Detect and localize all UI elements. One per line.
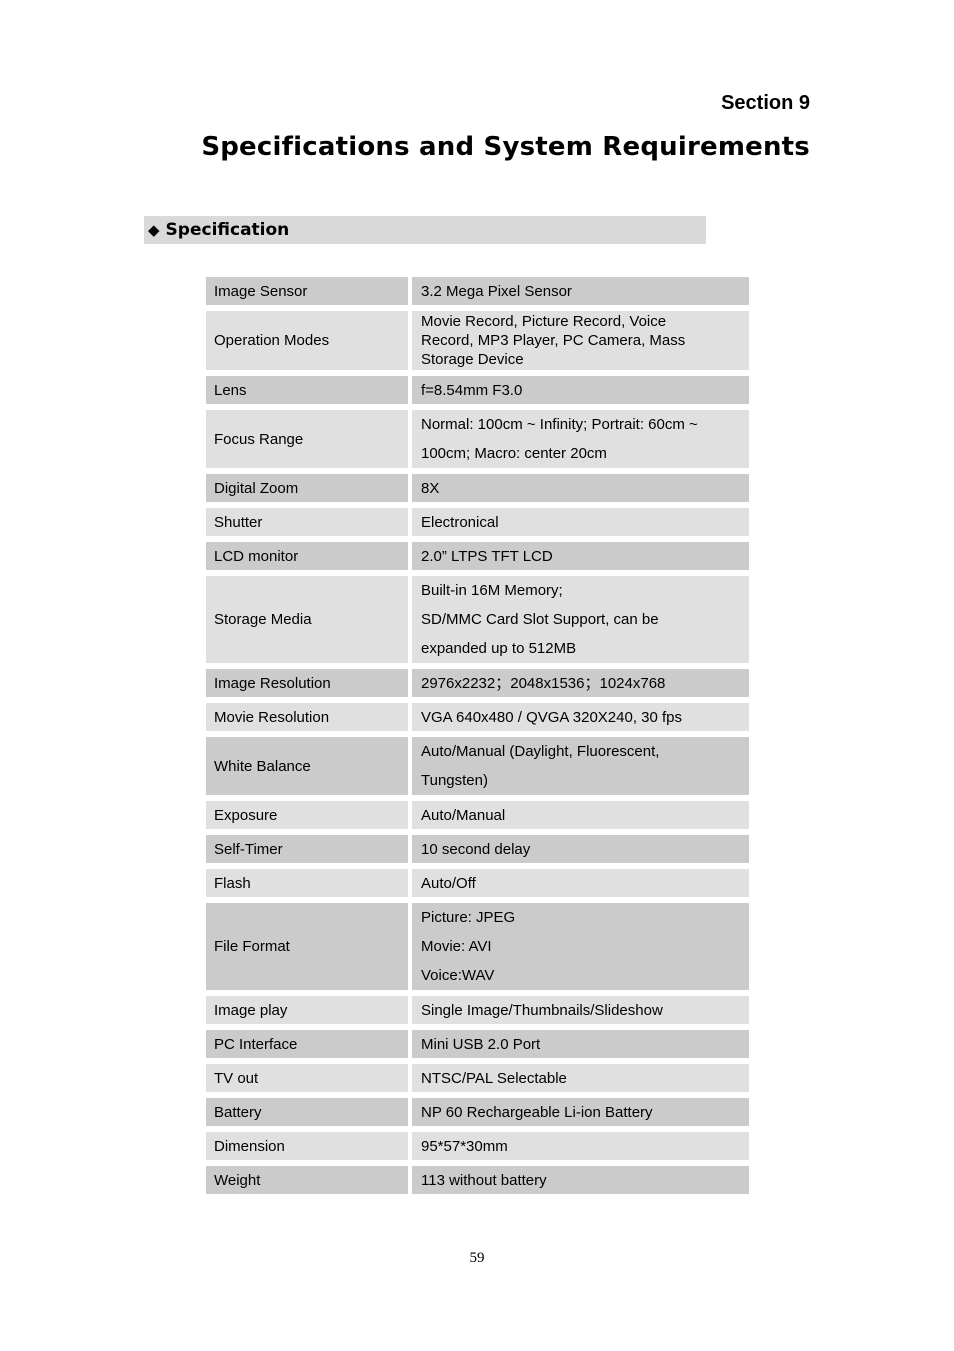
spec-value: 2.0” LTPS TFT LCD <box>412 542 749 570</box>
spec-row: Image Resolution 2976x2232；2048x1536；1024… <box>206 669 749 697</box>
specification-heading-label: Specification <box>165 220 290 240</box>
spec-value: NTSC/PAL Selectable <box>412 1064 749 1092</box>
spec-row: Self-Timer 10 second delay <box>206 835 749 863</box>
spec-label: Image Resolution <box>206 669 408 697</box>
spec-value-line: 95*57*30mm <box>421 1137 508 1155</box>
spec-value-line: 8X <box>421 479 440 497</box>
spec-label: Lens <box>206 376 408 404</box>
spec-label: White Balance <box>206 737 408 795</box>
spec-value: 2976x2232；2048x1536；1024x768 <box>412 669 749 697</box>
spec-value: Auto/Manual <box>412 801 749 829</box>
spec-label: Exposure <box>206 801 408 829</box>
spec-value-line: Record, MP3 Player, PC Camera, Mass <box>421 332 686 349</box>
spec-value-line: SD/MMC Card Slot Support, can be <box>421 611 659 628</box>
spec-row: Battery NP 60 Rechargeable Li-ion Battery <box>206 1098 749 1126</box>
spec-value: 95*57*30mm <box>412 1132 749 1160</box>
spec-value: f=8.54mm F3.0 <box>412 376 749 404</box>
spec-value-line: Electronical <box>421 513 499 531</box>
spec-row: Exposure Auto/Manual <box>206 801 749 829</box>
spec-row: PC Interface Mini USB 2.0 Port <box>206 1030 749 1058</box>
spec-value-line: 3.2 Mega Pixel Sensor <box>421 282 572 300</box>
spec-row: Movie Resolution VGA 640x480 / QVGA 320X2… <box>206 703 749 731</box>
spec-value-line: Built-in 16M Memory; <box>421 582 563 599</box>
spec-value-line: VGA 640x480 / QVGA 320X240, 30 fps <box>421 708 683 726</box>
spec-value: Normal: 100cm ~ Infinity; Portrait: 60cm… <box>412 410 749 468</box>
spec-label: Weight <box>206 1166 408 1194</box>
spec-value-line: Auto/Manual <box>421 806 506 824</box>
spec-label: Operation Modes <box>206 311 408 370</box>
spec-value-line: 10 second delay <box>421 840 531 858</box>
spec-value: 3.2 Mega Pixel Sensor <box>412 277 749 305</box>
spec-value: Single Image/Thumbnails/Slideshow <box>412 996 749 1024</box>
spec-value-line: Movie Record, Picture Record, Voice <box>421 313 667 330</box>
specification-heading: ◆ Specification <box>144 216 706 244</box>
spec-value: Built-in 16M Memory; SD/MMC Card Slot Sup… <box>412 576 749 663</box>
page-title: Specifications and System Requirements <box>201 132 810 162</box>
spec-value-line: Auto/Manual (Daylight, Fluorescent, <box>421 743 660 760</box>
spec-value: Auto/Off <box>412 869 749 897</box>
spec-value-line: 2.0” LTPS TFT LCD <box>421 547 553 565</box>
spec-row: Lens f=8.54mm F3.0 <box>206 376 749 404</box>
spec-value-line: f=8.54mm F3.0 <box>421 381 523 399</box>
spec-value: Mini USB 2.0 Port <box>412 1030 749 1058</box>
spec-value-line: 100cm; Macro: center 20cm <box>421 445 607 462</box>
spec-label: Dimension <box>206 1132 408 1160</box>
spec-row: Image play Single Image/Thumbnails/Slides… <box>206 996 749 1024</box>
spec-value-line: NTSC/PAL Selectable <box>421 1069 567 1087</box>
spec-value: NP 60 Rechargeable Li-ion Battery <box>412 1098 749 1126</box>
spec-row: Dimension 95*57*30mm <box>206 1132 749 1160</box>
spec-row: File Format Picture: JPEG Movie: AVI Voice:… <box>206 903 749 990</box>
spec-value-line: Movie: AVI <box>421 938 492 955</box>
spec-value: Picture: JPEG Movie: AVI Voice:WAV <box>412 903 749 990</box>
spec-label: Self-Timer <box>206 835 408 863</box>
spec-value: Auto/Manual (Daylight, Fluorescent, Tungs… <box>412 737 749 795</box>
spec-row: Image Sensor 3.2 Mega Pixel Sensor <box>206 277 749 305</box>
diamond-bullet-icon: ◆ <box>148 222 160 239</box>
spec-label: LCD monitor <box>206 542 408 570</box>
spec-value: Electronical <box>412 508 749 536</box>
spec-label: Image Sensor <box>206 277 408 305</box>
spec-value-line: Storage Device <box>421 351 524 368</box>
spec-value-line: 2976x2232；2048x1536；1024x768 <box>421 674 666 692</box>
spec-row: Operation Modes Movie Record, Picture Rec… <box>206 311 749 370</box>
spec-value: VGA 640x480 / QVGA 320X240, 30 fps <box>412 703 749 731</box>
spec-row: Weight 113 without battery <box>206 1166 749 1194</box>
spec-value: 113 without battery <box>412 1166 749 1194</box>
spec-value-line: 113 without battery <box>421 1171 547 1189</box>
spec-value-line: Mini USB 2.0 Port <box>421 1035 541 1053</box>
spec-label: Battery <box>206 1098 408 1126</box>
specification-table: Image Sensor 3.2 Mega Pixel Sensor Operati… <box>206 277 749 1200</box>
page-number: 59 <box>469 1250 485 1266</box>
spec-label: Focus Range <box>206 410 408 468</box>
spec-label: Shutter <box>206 508 408 536</box>
spec-label: Image play <box>206 996 408 1024</box>
spec-row: Shutter Electronical <box>206 508 749 536</box>
spec-value-line: Voice:WAV <box>421 967 495 984</box>
spec-label: PC Interface <box>206 1030 408 1058</box>
spec-label: Movie Resolution <box>206 703 408 731</box>
spec-label: Flash <box>206 869 408 897</box>
spec-value-line: Auto/Off <box>421 874 476 892</box>
spec-row: Focus Range Normal: 100cm ~ Infinity; Por… <box>206 410 749 468</box>
spec-label: Storage Media <box>206 576 408 663</box>
spec-label: TV out <box>206 1064 408 1092</box>
spec-row: White Balance Auto/Manual (Daylight, Fluo… <box>206 737 749 795</box>
spec-label: Digital Zoom <box>206 474 408 502</box>
spec-value-line: NP 60 Rechargeable Li-ion Battery <box>421 1103 653 1121</box>
spec-row: Flash Auto/Off <box>206 869 749 897</box>
spec-value-line: expanded up to 512MB <box>421 640 577 657</box>
spec-row: LCD monitor 2.0” LTPS TFT LCD <box>206 542 749 570</box>
spec-row: Storage Media Built-in 16M Memory; SD/MMC … <box>206 576 749 663</box>
spec-value-line: Picture: JPEG <box>421 909 516 926</box>
spec-row: TV out NTSC/PAL Selectable <box>206 1064 749 1092</box>
section-number: Section 9 <box>721 92 810 114</box>
spec-value: Movie Record, Picture Record, Voice Recor… <box>412 311 749 370</box>
spec-value-line: Single Image/Thumbnails/Slideshow <box>421 1001 663 1019</box>
spec-row: Digital Zoom 8X <box>206 474 749 502</box>
spec-label: File Format <box>206 903 408 990</box>
spec-value-line: Tungsten) <box>421 772 488 789</box>
spec-value: 8X <box>412 474 749 502</box>
spec-value: 10 second delay <box>412 835 749 863</box>
spec-value-line: Normal: 100cm ~ Infinity; Portrait: 60cm… <box>421 416 698 433</box>
